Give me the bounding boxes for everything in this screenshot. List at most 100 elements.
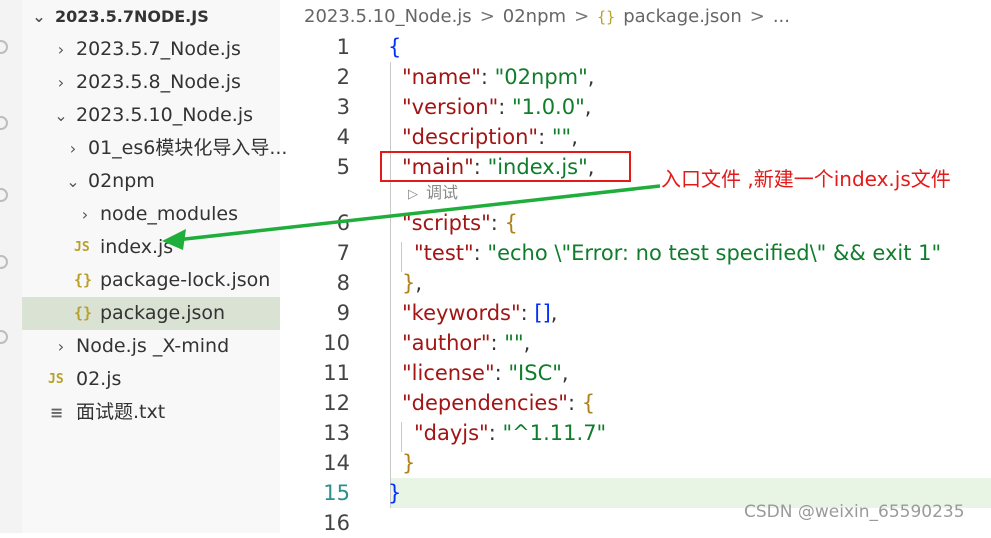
json-value: "" bbox=[551, 125, 572, 149]
tree-item-folder[interactable]: › node_modules bbox=[22, 198, 280, 231]
json-value: "1.0.0" bbox=[512, 95, 585, 119]
json-colon: : bbox=[488, 421, 503, 445]
code-line: "scripts": { bbox=[402, 208, 518, 238]
explorer-sidebar: ⌄ 2023.5.7NODE.JS › 2023.5.7_Node.js › 2… bbox=[22, 0, 288, 533]
line-number: 10 bbox=[323, 331, 350, 355]
chevron-down-icon: ⌄ bbox=[54, 106, 68, 125]
activity-icon[interactable] bbox=[0, 255, 8, 269]
json-key: "keywords" bbox=[402, 301, 521, 325]
breadcrumb-separator: > bbox=[574, 6, 590, 27]
line-number: 14 bbox=[323, 451, 350, 475]
json-colon: : bbox=[538, 125, 552, 149]
line-number: 8 bbox=[336, 271, 350, 295]
tree-item-label: 2023.5.8_Node.js bbox=[76, 71, 241, 93]
json-key: "scripts" bbox=[402, 211, 491, 235]
tree-item-label: 02npm bbox=[88, 170, 155, 192]
tree-item-folder[interactable]: ⌄ 2023.5.10_Node.js bbox=[22, 99, 280, 132]
breadcrumb-item[interactable]: package.json bbox=[623, 6, 742, 27]
line-number-active: 15 bbox=[323, 481, 350, 505]
json-colon: : bbox=[567, 391, 582, 415]
json-key: "description" bbox=[402, 125, 539, 149]
json-colon: : bbox=[490, 211, 505, 235]
tree-item-folder[interactable]: › 2023.5.8_Node.js bbox=[22, 66, 280, 99]
code-line: } bbox=[388, 478, 401, 508]
json-file-icon: {} bbox=[74, 304, 93, 322]
json-brace: } bbox=[402, 271, 416, 295]
annotation-text: 入口文件 ,新建一个index.js文件 bbox=[661, 167, 951, 191]
code-line: "description": "", bbox=[402, 122, 578, 152]
activity-icon[interactable] bbox=[0, 40, 8, 54]
activity-icon[interactable] bbox=[0, 188, 8, 202]
tree-item-label: 01_es6模块化导入导... bbox=[88, 137, 288, 159]
json-brace: { bbox=[504, 211, 518, 235]
code-line: } bbox=[402, 448, 415, 478]
line-number: 11 bbox=[323, 361, 350, 385]
json-comma: , bbox=[584, 95, 592, 119]
line-number: 4 bbox=[336, 125, 350, 149]
json-comma: , bbox=[561, 361, 569, 385]
breadcrumb-separator: > bbox=[749, 6, 765, 27]
tree-item-label: Node.js _X-mind bbox=[76, 335, 230, 357]
line-number: 7 bbox=[336, 241, 350, 265]
json-comma: , bbox=[415, 271, 423, 295]
tree-item-file[interactable]: ≡ 面试题.txt bbox=[22, 396, 280, 429]
watermark: CSDN @weixin_65590235 bbox=[744, 502, 965, 522]
tree-item-label: package-lock.json bbox=[100, 269, 271, 291]
tree-item-label: 02.js bbox=[76, 368, 122, 390]
code-line: "test": "echo \"Error: no test specified… bbox=[414, 238, 941, 268]
json-comma: , bbox=[571, 125, 578, 149]
chevron-right-icon: › bbox=[57, 73, 65, 92]
json-key: "license" bbox=[402, 361, 495, 385]
json-value: "^1.11.7" bbox=[502, 421, 607, 445]
code-line: "license": "ISC", bbox=[402, 358, 569, 388]
json-brace: } bbox=[388, 481, 402, 505]
tree-item-file[interactable]: JS 02.js bbox=[22, 363, 280, 396]
tree-item-file-selected[interactable]: {} package.json bbox=[22, 297, 280, 330]
tree-item-folder[interactable]: ⌄ 02npm bbox=[22, 165, 280, 198]
tree-item-label: 面试题.txt bbox=[76, 401, 166, 423]
json-value: "02npm" bbox=[494, 65, 588, 89]
explorer-root-folder[interactable]: ⌄ 2023.5.7NODE.JS bbox=[22, 0, 280, 33]
tree-item-folder[interactable]: › 01_es6模块化导入导... bbox=[22, 132, 288, 165]
js-file-icon: JS bbox=[48, 372, 64, 387]
tree-item-label: node_modules bbox=[100, 203, 239, 225]
activity-bar bbox=[0, 0, 22, 533]
line-number: 13 bbox=[323, 421, 350, 445]
chevron-down-icon: ⌄ bbox=[32, 7, 46, 26]
tree-item-folder[interactable]: › Node.js _X-mind bbox=[22, 330, 280, 363]
code-line: }, bbox=[402, 268, 422, 298]
json-brace: { bbox=[388, 35, 402, 59]
tree-item-label: index.js bbox=[100, 236, 174, 258]
tree-item-label: 2023.5.7_Node.js bbox=[76, 38, 241, 60]
codelens-label: 调试 bbox=[426, 183, 459, 202]
line-number: 5 bbox=[336, 155, 350, 179]
activity-icon[interactable] bbox=[0, 330, 8, 344]
json-file-icon: {} bbox=[597, 8, 616, 26]
chevron-right-icon: › bbox=[81, 205, 89, 224]
code-editor[interactable]: 1 2 3 4 5 6 7 8 9 10 11 12 13 14 15 16 {… bbox=[280, 32, 991, 535]
json-key: "author" bbox=[402, 331, 491, 355]
json-colon: : bbox=[480, 65, 495, 89]
debug-codelens[interactable]: ▷ 调试 bbox=[408, 182, 458, 204]
json-key: "test" bbox=[414, 241, 474, 265]
line-number: 3 bbox=[336, 95, 350, 119]
line-number: 1 bbox=[336, 35, 350, 59]
line-number: 16 bbox=[323, 511, 350, 535]
activity-icon[interactable] bbox=[0, 116, 8, 130]
breadcrumb-separator: > bbox=[479, 6, 495, 27]
json-colon: : bbox=[494, 361, 509, 385]
code-line: "name": "02npm", bbox=[402, 62, 594, 92]
tree-item-file[interactable]: {} package-lock.json bbox=[22, 264, 280, 297]
code-line: "version": "1.0.0", bbox=[402, 92, 591, 122]
js-file-icon: JS bbox=[74, 240, 90, 255]
code-line: "dependencies": { bbox=[402, 388, 595, 418]
breadcrumb-item[interactable]: ... bbox=[773, 6, 790, 27]
tree-item-file[interactable]: JS index.js bbox=[22, 231, 280, 264]
line-number: 9 bbox=[336, 301, 350, 325]
json-colon: : bbox=[498, 95, 512, 119]
breadcrumb-item[interactable]: 2023.5.10_Node.js bbox=[304, 6, 472, 27]
json-key: "dependencies" bbox=[402, 391, 568, 415]
breadcrumb-item[interactable]: 02npm bbox=[503, 6, 566, 27]
tree-item-folder[interactable]: › 2023.5.7_Node.js bbox=[22, 33, 280, 66]
indent-guide bbox=[390, 62, 391, 508]
